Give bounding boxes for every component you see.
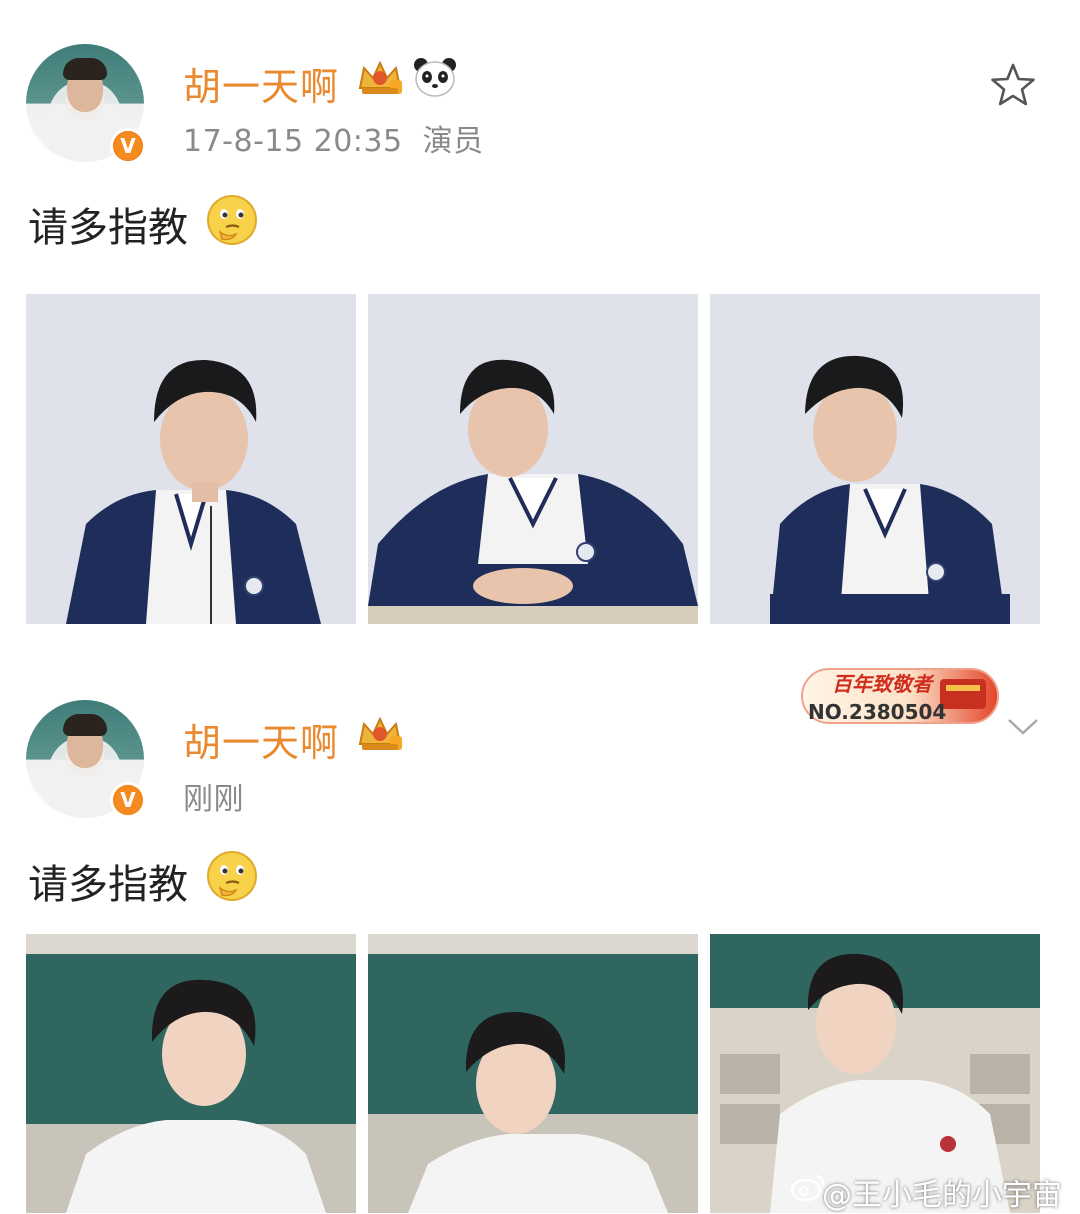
author-name[interactable]: 胡一天啊 (183, 56, 339, 111)
post-image[interactable] (368, 934, 698, 1213)
post-image[interactable] (710, 294, 1040, 624)
verified-badge-icon: V (110, 782, 146, 818)
medal-title: 百年致敬者 (832, 672, 932, 696)
post-image[interactable] (368, 294, 698, 624)
author-name[interactable]: 胡一天啊 (183, 712, 339, 767)
chevron-down-icon[interactable] (1006, 716, 1040, 738)
thinking-face-emoji-icon (207, 851, 257, 901)
post-text: 请多指教 (28, 205, 188, 251)
crown-level-badge-icon (358, 60, 402, 94)
post-image[interactable] (26, 934, 356, 1213)
verified-badge-icon: V (110, 128, 146, 164)
post-text: 请多指教 (28, 862, 188, 908)
watermark-text: @王小毛的小宇宙 (822, 1178, 1062, 1213)
post-meta: 17-8-15 20:35 演员 (183, 116, 484, 160)
post-timestamp: 刚刚 (183, 782, 244, 817)
weibo-logo-icon (790, 1174, 825, 1202)
crown-level-badge-icon (358, 716, 402, 750)
star-outline-icon[interactable] (990, 62, 1036, 108)
post-image[interactable] (26, 294, 356, 624)
medal-number: NO.2380504 (808, 700, 947, 724)
post-source: 演员 (422, 124, 484, 159)
post-timestamp: 17-8-15 20:35 (183, 124, 403, 159)
thinking-face-emoji-icon (207, 195, 257, 245)
panda-badge-icon (414, 58, 456, 97)
